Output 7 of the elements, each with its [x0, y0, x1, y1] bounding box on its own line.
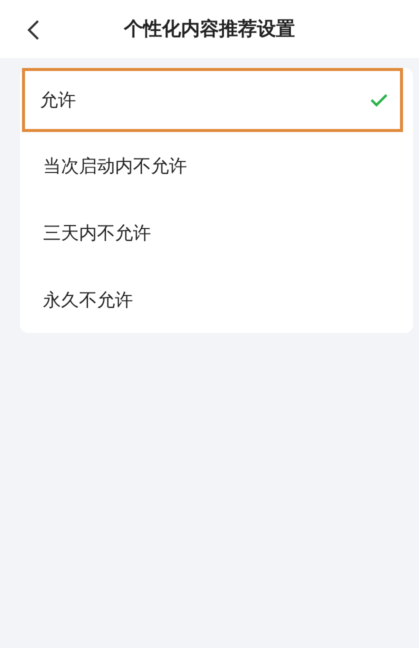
option-item[interactable]: 允许	[22, 68, 403, 132]
check-icon	[370, 93, 388, 107]
back-icon[interactable]	[26, 19, 40, 41]
option-item[interactable]: 当次启动内不允许	[20, 132, 413, 199]
page-title: 个性化内容推荐设置	[124, 17, 295, 42]
option-item[interactable]: 三天内不允许	[20, 199, 413, 266]
option-item[interactable]: 永久不允许	[20, 266, 413, 333]
